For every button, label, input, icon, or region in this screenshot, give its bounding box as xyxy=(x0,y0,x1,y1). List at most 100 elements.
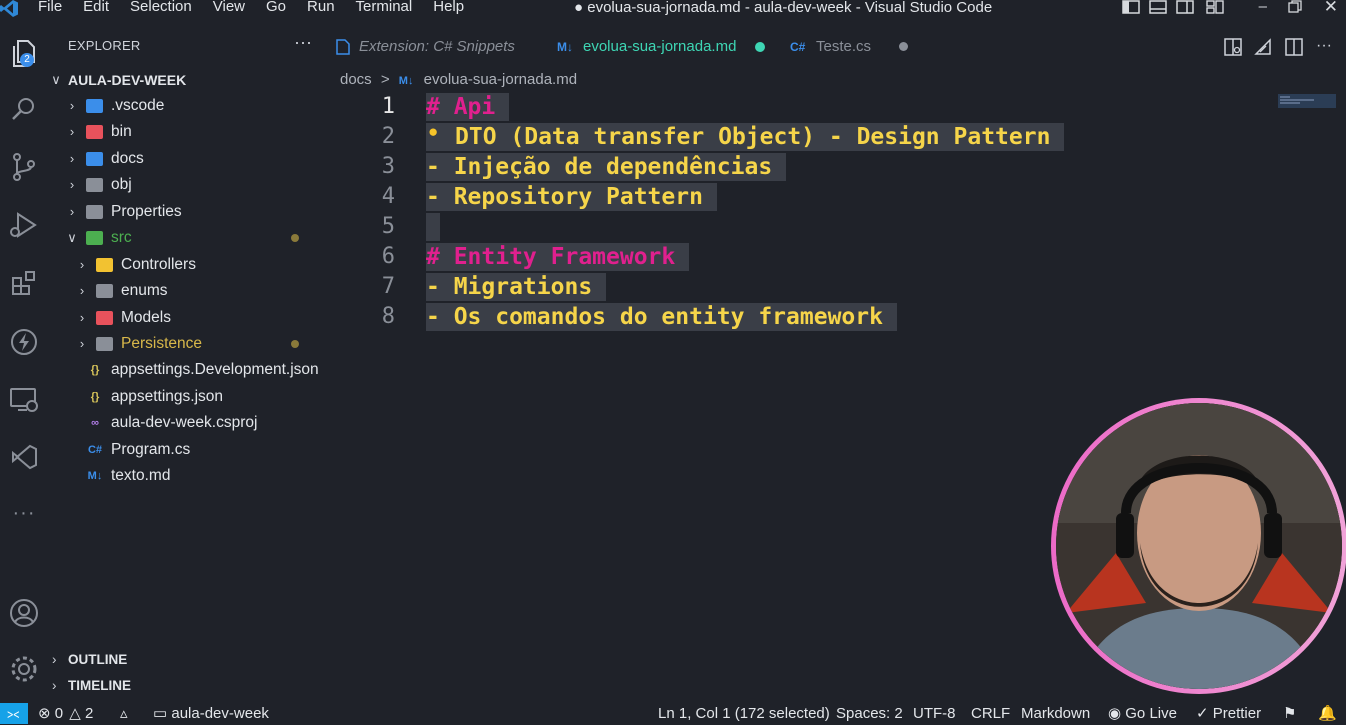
breadcrumb-folder[interactable]: docs xyxy=(340,71,372,88)
code-line[interactable]: - Migrations xyxy=(426,273,607,301)
close-window-icon[interactable]: ✕ xyxy=(1324,0,1338,17)
window-title: ● evolua-sua-jornada.md - aula-dev-week … xyxy=(574,0,993,16)
visual-studio-activity[interactable] xyxy=(0,437,48,477)
menu-view[interactable]: View xyxy=(213,0,245,17)
tree-item-vscode[interactable]: › .vscode xyxy=(48,93,334,119)
indentation[interactable]: Spaces: 2 xyxy=(836,703,903,725)
chevron-right-icon: › xyxy=(69,98,75,113)
end-of-line[interactable]: CRLF xyxy=(971,703,1010,725)
extensions-activity[interactable] xyxy=(0,263,48,303)
chevron-right-icon: › xyxy=(69,151,75,166)
csproj-icon: ∞ xyxy=(91,417,99,429)
outline-section[interactable]: › OUTLINE xyxy=(48,647,334,673)
tree-item-enums[interactable]: › enums xyxy=(48,278,334,304)
code-line[interactable] xyxy=(426,213,440,241)
folder-icon xyxy=(86,205,103,219)
line-number: 7 xyxy=(381,274,395,299)
prettier-status[interactable]: ✓ Prettier xyxy=(1196,703,1261,725)
customize-layout-icon[interactable] xyxy=(1206,0,1224,14)
tree-item-obj[interactable]: › obj xyxy=(48,172,334,198)
minimize-icon[interactable]: – xyxy=(1248,0,1278,17)
tab-extension-snippets[interactable]: Extension: C# Snippets xyxy=(334,30,539,64)
chevron-right-icon: › xyxy=(52,652,57,667)
controllers-folder-icon xyxy=(96,258,113,272)
markdown-heading-line[interactable]: # Api xyxy=(426,93,510,121)
folder-icon: ▭ xyxy=(153,705,168,722)
explorer-more-icon[interactable]: ··· xyxy=(294,32,312,53)
root-folder[interactable]: ∨ AULA-DEV-WEEK xyxy=(48,67,334,93)
gear-icon xyxy=(11,656,37,682)
toggle-secondary-sidebar-icon[interactable] xyxy=(1176,0,1194,14)
code-line[interactable]: - Repository Pattern xyxy=(426,183,717,211)
menu-run[interactable]: Run xyxy=(307,0,335,17)
flame-icon: ▵ xyxy=(120,705,128,722)
encoding[interactable]: UTF-8 xyxy=(913,703,956,725)
accounts-activity[interactable] xyxy=(0,593,48,633)
menu-file[interactable]: File xyxy=(38,0,62,17)
chevron-right-icon: › xyxy=(69,124,75,139)
remote-explorer-activity[interactable] xyxy=(0,380,48,420)
tab-teste-cs[interactable]: C# Teste.cs xyxy=(784,30,924,64)
tree-item-src[interactable]: ∨ src xyxy=(48,225,334,251)
split-editor-icon[interactable] xyxy=(1285,38,1303,56)
code-line[interactable]: - Os comandos do entity framework xyxy=(426,303,897,331)
restore-icon[interactable] xyxy=(1288,0,1302,14)
run-debug-activity[interactable] xyxy=(0,205,48,245)
tab-evolua-sua-jornada[interactable]: M↓ evolua-sua-jornada.md xyxy=(539,30,784,64)
prettier-label: Prettier xyxy=(1212,705,1262,722)
menu-help[interactable]: Help xyxy=(433,0,464,17)
minimap[interactable] xyxy=(1278,94,1336,108)
tree-item-texto-md[interactable]: M↓ texto.md xyxy=(48,463,334,489)
account-icon xyxy=(10,599,38,627)
go-live-button[interactable]: ◉ Go Live xyxy=(1108,703,1177,725)
timeline-compare-icon[interactable] xyxy=(1254,38,1272,56)
more-activity[interactable]: ··· xyxy=(0,493,48,533)
tree-item-label: appsettings.json xyxy=(111,388,224,405)
flame-indicator[interactable]: ▵ xyxy=(120,703,128,725)
explorer-activity[interactable]: 2 xyxy=(0,33,48,73)
tree-item-controllers[interactable]: › Controllers xyxy=(48,252,334,278)
remote-indicator[interactable]: ⪥ xyxy=(0,703,28,724)
tree-item-bin[interactable]: › bin xyxy=(48,119,334,145)
menu-go[interactable]: Go xyxy=(266,0,286,17)
tree-item-program-cs[interactable]: C# Program.cs xyxy=(48,437,334,463)
chevron-right-icon: › xyxy=(79,310,85,325)
manage-activity[interactable] xyxy=(0,649,48,689)
problems-indicator[interactable]: ⊗ 0 △ 2 xyxy=(38,703,93,725)
unsaved-dot-icon[interactable] xyxy=(899,42,908,51)
unsaved-dot-icon[interactable] xyxy=(755,42,765,52)
more-actions-icon[interactable]: ··· xyxy=(1316,30,1332,62)
toggle-primary-sidebar-icon[interactable] xyxy=(1122,0,1140,14)
feedback-icon[interactable]: ⚑ xyxy=(1283,703,1296,725)
tree-item-appsettings-json[interactable]: {} appsettings.json xyxy=(48,384,334,410)
timeline-section[interactable]: › TIMELINE xyxy=(48,673,334,699)
menu-terminal[interactable]: Terminal xyxy=(356,0,413,17)
search-activity[interactable] xyxy=(0,89,48,129)
extension-file-icon xyxy=(336,39,350,55)
menu-selection[interactable]: Selection xyxy=(130,0,192,17)
tree-item-models[interactable]: › Models xyxy=(48,305,334,331)
language-mode[interactable]: Markdown xyxy=(1021,703,1090,725)
toggle-panel-icon[interactable] xyxy=(1149,0,1167,14)
breadcrumb-file[interactable]: evolua-sua-jornada.md xyxy=(424,71,577,88)
tree-item-appsettings-development-json[interactable]: {} appsettings.Development.json xyxy=(48,357,334,383)
notifications-icon[interactable]: 🔔 xyxy=(1318,703,1337,725)
workspace-folder[interactable]: ▭ aula-dev-week xyxy=(153,703,269,725)
json-icon: {} xyxy=(90,364,100,376)
code-line[interactable]: - Injeção de dependências xyxy=(426,153,787,181)
markdown-heading-line[interactable]: # Entity Framework xyxy=(426,243,690,271)
thunder-client-activity[interactable] xyxy=(0,322,48,362)
run-debug-icon xyxy=(10,212,37,238)
menu-edit[interactable]: Edit xyxy=(83,0,109,17)
tree-item-persistence[interactable]: › Persistence xyxy=(48,331,334,357)
tree-item-aula-dev-week-csproj[interactable]: ∞ aula-dev-week.csproj xyxy=(48,410,334,436)
source-control-activity[interactable] xyxy=(0,147,48,187)
cursor-position[interactable]: Ln 1, Col 1 (172 selected) xyxy=(658,703,830,725)
tree-item-label: appsettings.Development.json xyxy=(111,361,319,378)
code-line[interactable]: DTO (Data transfer Object) - Design Patt… xyxy=(426,123,1065,151)
tree-item-properties[interactable]: › Properties xyxy=(48,199,334,225)
tree-item-docs[interactable]: › docs xyxy=(48,146,334,172)
open-preview-icon[interactable] xyxy=(1224,38,1242,56)
tab-label: evolua-sua-jornada.md xyxy=(583,38,737,55)
lightbulb-icon[interactable]: ● xyxy=(428,122,438,142)
